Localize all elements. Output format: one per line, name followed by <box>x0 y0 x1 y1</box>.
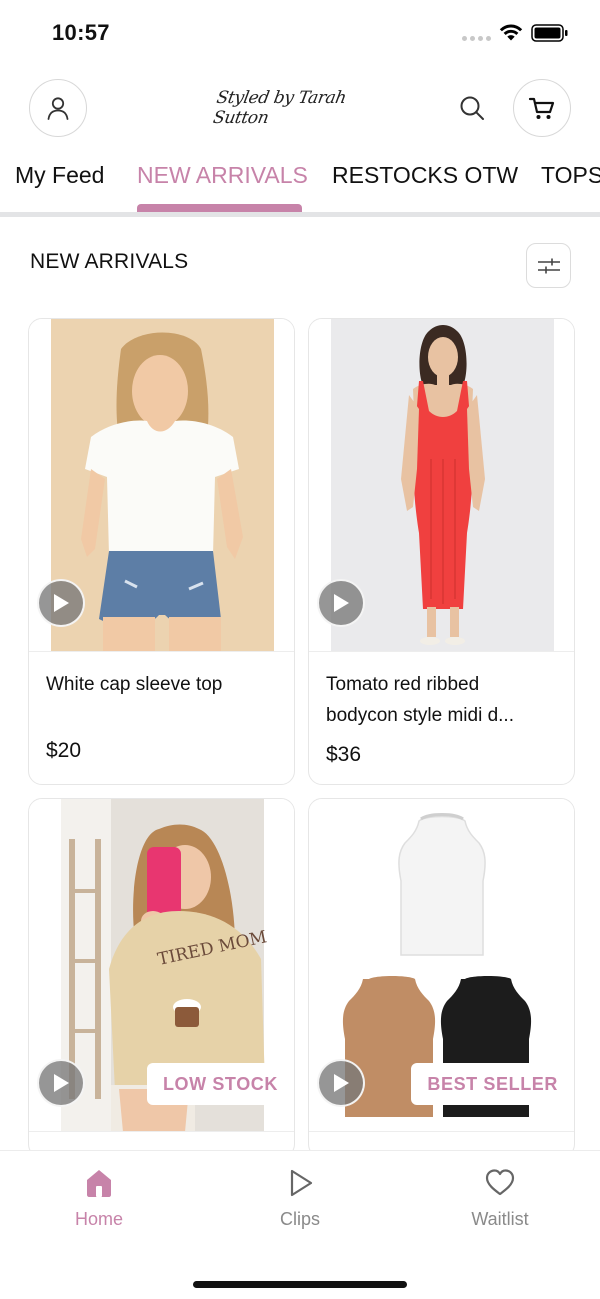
product-image[interactable] <box>309 319 574 652</box>
filter-button[interactable] <box>526 243 571 288</box>
play-icon <box>290 1169 313 1197</box>
wifi-icon <box>499 24 523 41</box>
home-indicator <box>193 1281 407 1288</box>
play-video-button[interactable] <box>317 1059 365 1107</box>
status-bar: 10:57 <box>0 0 600 66</box>
search-button[interactable] <box>456 92 488 124</box>
heart-icon <box>485 1169 515 1196</box>
play-icon <box>54 594 69 612</box>
section-title: NEW ARRIVALS <box>30 250 189 273</box>
tabs-divider <box>0 212 600 217</box>
product-name[interactable]: White cap sleeve top <box>46 669 276 700</box>
nav-waitlist[interactable]: Waitlist <box>440 1167 560 1230</box>
bottom-navigation: Home Clips Waitlist <box>0 1150 600 1299</box>
brand-logo[interactable]: Styled by Tarah Sutton <box>211 88 388 128</box>
product-image[interactable]: BEST SELLER <box>309 799 574 1132</box>
home-icon <box>87 1170 111 1197</box>
play-icon <box>334 1074 349 1092</box>
tab-tops[interactable]: TOPS <box>541 162 600 189</box>
battery-icon <box>531 24 568 42</box>
sliders-icon <box>537 258 560 273</box>
product-card[interactable]: White cap sleeve top $20 <box>28 318 295 785</box>
nav-clips-label: Clips <box>279 1209 320 1229</box>
product-name[interactable]: Tomato red ribbed bodycon style midi d..… <box>326 669 556 731</box>
play-video-button[interactable] <box>37 1059 85 1107</box>
nav-home-label: Home <box>74 1209 123 1229</box>
product-price: $36 <box>326 743 362 766</box>
category-tabs: My Feed NEW ARRIVALS RESTOCKS OTW TOPS <box>0 152 600 218</box>
product-card[interactable]: BEST SELLER <box>308 798 575 1158</box>
product-card[interactable]: Tomato red ribbed bodycon style midi d..… <box>308 318 575 785</box>
user-icon <box>47 97 69 120</box>
app-header: Styled by Tarah Sutton <box>0 66 600 152</box>
nav-clips[interactable]: Clips <box>240 1167 360 1230</box>
product-image[interactable]: TIRED MOM LOW STOCK <box>29 799 294 1132</box>
play-icon <box>54 1074 69 1092</box>
play-video-button[interactable] <box>37 579 85 627</box>
low-stock-badge: LOW STOCK <box>146 1063 294 1105</box>
tab-restocks-otw[interactable]: RESTOCKS OTW <box>332 162 518 189</box>
product-price: $20 <box>46 739 82 762</box>
nav-home[interactable]: Home <box>39 1167 159 1230</box>
search-icon <box>460 96 484 120</box>
signal-icon <box>462 36 491 41</box>
tab-new-arrivals[interactable]: NEW ARRIVALS <box>137 162 308 189</box>
account-button[interactable] <box>29 79 87 137</box>
product-image[interactable] <box>29 319 294 652</box>
status-time: 10:57 <box>52 20 110 45</box>
play-video-button[interactable] <box>317 579 365 627</box>
tab-my-feed[interactable]: My Feed <box>15 162 104 189</box>
play-icon <box>334 594 349 612</box>
best-seller-badge: BEST SELLER <box>411 1063 574 1105</box>
nav-waitlist-label: Waitlist <box>471 1209 529 1229</box>
cart-button[interactable] <box>513 79 571 137</box>
active-tab-indicator <box>137 204 302 212</box>
cart-icon <box>528 97 555 119</box>
product-card[interactable]: TIRED MOM LOW STOCK <box>28 798 295 1158</box>
